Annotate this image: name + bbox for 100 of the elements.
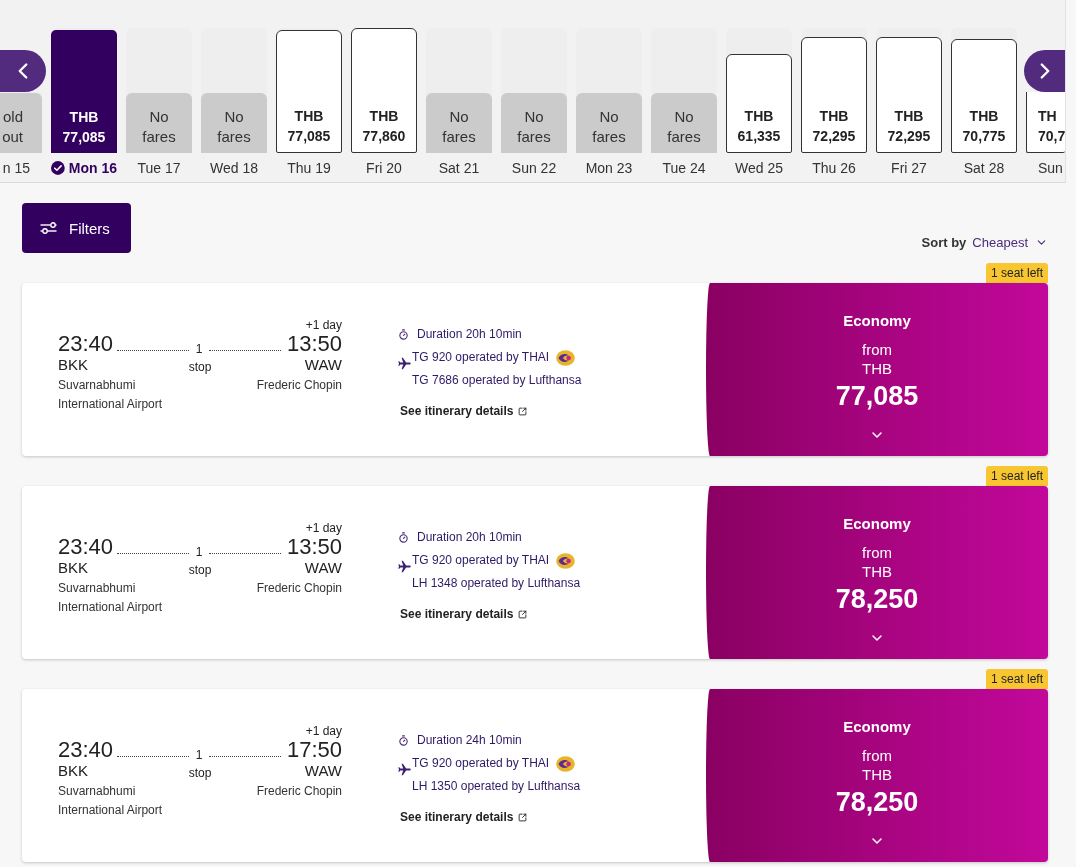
departure-time: 23:40 — [58, 535, 114, 559]
date-label: n 15 — [2, 160, 30, 176]
from-label: from — [862, 340, 892, 359]
fare-day-bar[interactable]: THB 77,860 — [351, 28, 417, 153]
fare-day-bar[interactable]: No fares — [651, 93, 717, 153]
dotted-route-line — [117, 553, 189, 554]
date-label: Sat 21 — [438, 160, 480, 176]
plane-icon — [398, 763, 411, 776]
fare-day-bar[interactable]: THB 77,085 — [51, 30, 117, 153]
sliders-icon — [40, 222, 57, 234]
fare-day-bar[interactable]: TH 70,7 — [1026, 92, 1065, 153]
dotted-route-line — [209, 350, 281, 351]
date-label: Thu 19 — [287, 160, 331, 176]
plane-icon — [398, 357, 411, 370]
from-label: from — [862, 543, 892, 562]
sort-label: Sort by — [921, 235, 967, 250]
stopwatch-icon — [398, 735, 409, 746]
date-label: Sun — [1038, 160, 1063, 176]
fare-day-bar[interactable]: THB 70,775 — [951, 39, 1017, 153]
fare-day-bar[interactable]: THB 61,335 — [726, 54, 792, 153]
fare-day-bar[interactable]: No fares — [426, 93, 492, 153]
dotted-route-line — [209, 756, 281, 757]
fare-panel[interactable]: Economy from THB 78,250 — [706, 689, 1048, 862]
currency-label: THB — [862, 359, 892, 378]
destination-airport: Frederic Chopin — [256, 377, 342, 394]
origin-code: BKK — [58, 356, 88, 374]
cabin-class: Economy — [843, 312, 911, 330]
arrival-time: 13:50 — [286, 535, 342, 559]
date-label: Mon 16 — [68, 160, 117, 176]
itinerary-link[interactable]: See itinerary details — [400, 807, 528, 827]
fare-day-bar[interactable]: THB 77,085 — [276, 30, 342, 153]
flight-segment-text: LH 1350 operated by Lufthansa — [412, 778, 581, 795]
fare-day-bar[interactable]: THB 72,295 — [876, 37, 942, 153]
date-label: Fri 27 — [891, 160, 927, 176]
date-label: Fri 20 — [366, 160, 402, 176]
fare-price: 78,250 — [835, 583, 919, 615]
date-label: Wed 18 — [210, 160, 258, 176]
origin-airport: Suvarnabhumi International Airport — [58, 580, 164, 616]
date-label: Wed 25 — [735, 160, 783, 176]
external-link-icon — [518, 609, 528, 619]
arrival-time: 13:50 — [286, 332, 342, 356]
stop-count: 1 — [195, 545, 203, 559]
date-label: Sat 28 — [963, 160, 1005, 176]
duration-text: Duration 20h 10min — [417, 529, 522, 546]
stop-label: stop — [188, 562, 212, 579]
external-link-icon — [518, 812, 528, 822]
stop-count: 1 — [195, 748, 203, 762]
plane-icon — [398, 560, 411, 573]
check-circle-icon — [51, 161, 65, 175]
filters-button[interactable]: Filters — [22, 203, 131, 253]
destination-code: WAW — [304, 762, 342, 780]
flight-segment-text: TG 920 operated by THAI — [412, 755, 550, 772]
departure-time: 23:40 — [58, 332, 114, 356]
flight-segment-text: TG 920 operated by THAI — [412, 552, 550, 569]
date-label: Thu 26 — [812, 160, 856, 176]
origin-code: BKK — [58, 559, 88, 577]
duration-text: Duration 24h 10min — [417, 732, 522, 749]
seats-left-badge: 1 seat left — [985, 669, 1048, 689]
currency-label: THB — [862, 765, 892, 784]
external-link-icon — [518, 406, 528, 416]
stop-label: stop — [188, 765, 212, 782]
stopwatch-icon — [398, 532, 409, 543]
currency-label: THB — [862, 562, 892, 581]
seats-left-badge: 1 seat left — [985, 466, 1048, 486]
destination-code: WAW — [304, 559, 342, 577]
fare-day-bar[interactable]: old out — [0, 93, 42, 153]
itinerary-link[interactable]: See itinerary details — [400, 604, 528, 624]
next-day-note: +1 day — [305, 521, 342, 535]
stopwatch-icon — [398, 329, 409, 340]
fare-day-bar[interactable]: No fares — [576, 93, 642, 153]
fare-price: 77,085 — [835, 380, 919, 412]
destination-airport: Frederic Chopin — [256, 783, 342, 800]
fare-day-bar[interactable]: THB 72,295 — [801, 37, 867, 153]
origin-code: BKK — [58, 762, 88, 780]
fare-day-bar[interactable]: No fares — [201, 93, 267, 153]
cabin-class: Economy — [843, 515, 911, 533]
cabin-class: Economy — [843, 718, 911, 736]
sort-dropdown[interactable]: Cheapest — [972, 235, 1048, 250]
itinerary-link[interactable]: See itinerary details — [400, 401, 528, 421]
date-label: Tue 17 — [137, 160, 181, 176]
departure-time: 23:40 — [58, 738, 114, 762]
from-label: from — [862, 746, 892, 765]
stop-label: stop — [188, 359, 212, 376]
flight-segment-text: TG 920 operated by THAI — [412, 349, 550, 366]
fare-price: 78,250 — [835, 786, 919, 818]
flight-segment-text: TG 7686 operated by Lufthansa — [412, 372, 582, 389]
dotted-route-line — [117, 756, 189, 757]
dotted-route-line — [117, 350, 189, 351]
origin-airport: Suvarnabhumi International Airport — [58, 783, 164, 819]
fare-panel[interactable]: Economy from THB 78,250 — [706, 486, 1048, 659]
fare-panel[interactable]: Economy from THB 77,085 — [706, 283, 1048, 456]
date-label: Mon 23 — [585, 160, 633, 176]
stop-count: 1 — [195, 342, 203, 356]
previous-button[interactable] — [0, 50, 46, 92]
fare-day-bar[interactable]: No fares — [126, 93, 192, 153]
date-label: Tue 24 — [662, 160, 706, 176]
origin-airport: Suvarnabhumi International Airport — [58, 377, 164, 413]
flight-segment-text: LH 1348 operated by Lufthansa — [412, 575, 581, 592]
fare-day-bar[interactable]: No fares — [501, 93, 567, 153]
next-button[interactable] — [1024, 50, 1065, 92]
